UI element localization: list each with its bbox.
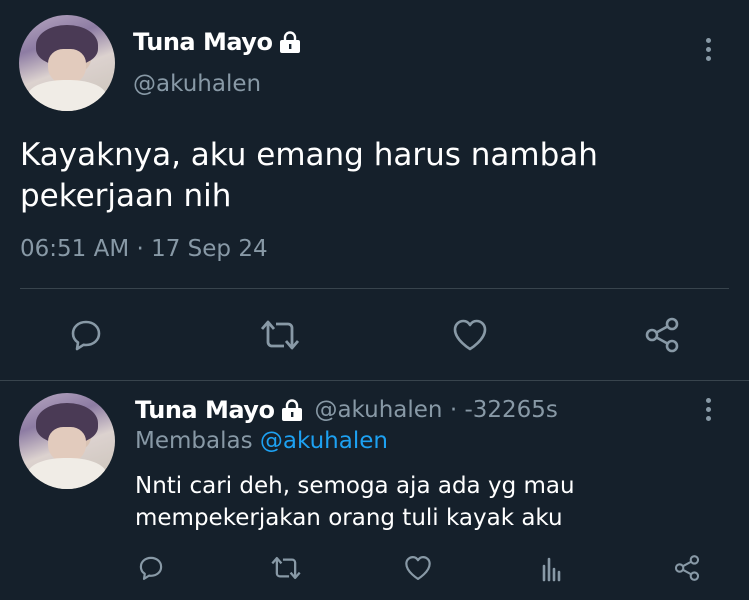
author-avatar[interactable] <box>19 15 115 111</box>
author-handle[interactable]: @akuhalen <box>133 71 261 97</box>
reply-header: Tuna Mayo @akuhalen · -32265s <box>135 396 558 424</box>
reply-author-avatar[interactable] <box>19 393 115 489</box>
reply-like-button[interactable] <box>402 552 434 584</box>
reply-handle-time[interactable]: @akuhalen · -32265s <box>314 397 557 423</box>
share-button[interactable] <box>642 315 682 355</box>
reply-author-name[interactable]: Tuna Mayo <box>135 396 304 424</box>
replying-label: Membalas <box>135 428 253 454</box>
author-name-text[interactable]: Tuna Mayo <box>133 28 273 56</box>
reply-more-options-icon[interactable] <box>704 398 712 421</box>
lock-icon <box>280 31 301 53</box>
reply-analytics-button[interactable] <box>536 552 568 584</box>
tweet-text: Kayaknya, aku emang harus nambah pekerja… <box>20 137 598 214</box>
reply-text: Nnti cari deh, semoga aja ada yg mau mem… <box>135 473 575 531</box>
analytics-icon <box>542 557 561 582</box>
reply-retweet-button[interactable] <box>269 552 303 584</box>
author-name[interactable]: Tuna Mayo <box>133 28 302 56</box>
more-options-icon[interactable] <box>704 38 712 61</box>
divider <box>20 288 729 289</box>
lock-icon <box>282 399 303 421</box>
replying-to: Membalas @akuhalen <box>135 428 388 454</box>
divider <box>0 380 749 381</box>
like-icon <box>405 556 431 580</box>
reply-icon <box>139 556 163 580</box>
replying-mention[interactable]: @akuhalen <box>260 428 388 454</box>
share-icon <box>645 317 679 353</box>
reply-reply-button[interactable] <box>135 552 167 584</box>
reply-author-name-text[interactable]: Tuna Mayo <box>135 396 275 424</box>
retweet-icon <box>260 320 300 350</box>
reply-share-button[interactable] <box>671 552 703 584</box>
like-button[interactable] <box>450 315 490 355</box>
retweet-icon <box>271 556 301 580</box>
like-icon <box>453 319 487 351</box>
reply-button[interactable] <box>66 315 106 355</box>
tweet-timestamp[interactable]: 06:51 AM · 17 Sep 24 <box>20 236 268 262</box>
retweet-button[interactable] <box>258 315 302 355</box>
share-icon <box>674 555 700 581</box>
reply-icon <box>71 320 101 351</box>
